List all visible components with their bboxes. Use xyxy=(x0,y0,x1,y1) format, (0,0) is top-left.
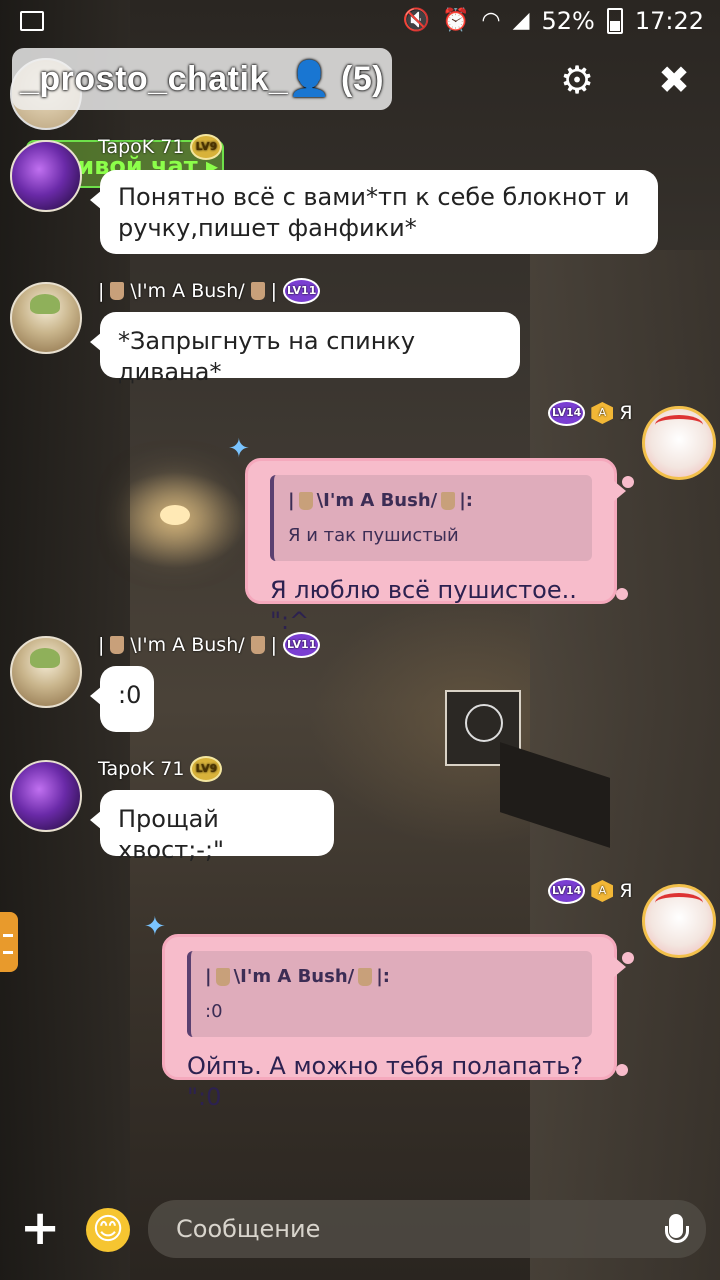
message-bubble[interactable]: | \I'm A Bush/ |: Я и так пушистый Я люб… xyxy=(245,458,626,635)
quote-text: :0 xyxy=(205,1001,223,1022)
coffee-cup-icon xyxy=(215,967,230,986)
coffee-cup-icon xyxy=(110,636,125,654)
chat-title: _prosto_chatik_👤 (5) xyxy=(20,60,385,98)
bubble-decoration xyxy=(616,588,628,600)
quote-author: | \I'm A Bush/ |: xyxy=(205,966,390,987)
quote-author: | \I'm A Bush/ |: xyxy=(288,490,473,511)
author-name: Я xyxy=(619,880,633,902)
message-bubble[interactable]: | \I'm A Bush/ |: :0 Ойпъ. А можно тебя … xyxy=(162,934,626,1111)
close-icon[interactable]: ✖ xyxy=(652,58,696,102)
coffee-cup-icon xyxy=(298,491,313,510)
level-badge: LV9 xyxy=(190,134,223,160)
curator-badge-icon: A xyxy=(591,402,614,424)
avatar[interactable] xyxy=(10,636,82,708)
avatar[interactable] xyxy=(10,140,82,212)
author-name: TapoK 71 xyxy=(98,758,185,780)
wifi-icon: ◠ xyxy=(481,8,501,33)
message-bubble[interactable]: *Запрыгнуть на спинку дивана* xyxy=(90,312,520,386)
message-bubble[interactable]: :0 xyxy=(90,666,154,732)
level-badge: LV14 xyxy=(548,400,586,426)
mute-icon: 🔇 xyxy=(402,8,430,33)
coffee-cup-icon xyxy=(358,967,373,986)
chat-header: _prosto_chatik_👤 (5) ⚙ ✖ xyxy=(0,40,720,130)
message-bubble[interactable]: Понятно всё с вами*тп к себе блокнот и р… xyxy=(90,170,658,254)
microphone-icon[interactable] xyxy=(664,1214,689,1250)
message-input[interactable] xyxy=(148,1200,706,1258)
message-author: TapoK 71 LV9 xyxy=(98,134,223,160)
emoji-icon[interactable]: 😊 xyxy=(86,1208,130,1252)
battery-percent: 52% xyxy=(541,7,595,35)
quoted-message[interactable]: | \I'm A Bush/ |: Я и так пушистый xyxy=(270,475,592,561)
quoted-message[interactable]: | \I'm A Bush/ |: :0 xyxy=(187,951,592,1037)
avatar[interactable] xyxy=(642,884,716,958)
alarm-icon: ⏰ xyxy=(441,8,470,33)
author-name: \I'm A Bush/ xyxy=(130,280,245,302)
coffee-cup-icon xyxy=(250,282,265,300)
clock: 17:22 xyxy=(634,7,704,35)
message-composer: + 😊 xyxy=(0,1196,720,1280)
message-text: Прощай хвост;-;" xyxy=(118,805,225,864)
message-author: LV14 A Я xyxy=(548,878,633,904)
level-badge: LV14 xyxy=(548,878,586,904)
message-text: Я люблю всё пушистое.. ":^ xyxy=(270,576,577,635)
quote-text: Я и так пушистый xyxy=(288,525,459,546)
level-badge: LV11 xyxy=(283,278,321,304)
avatar[interactable] xyxy=(10,282,82,354)
author-name: TapoK 71 xyxy=(98,136,185,158)
gallery-notification-icon xyxy=(20,11,44,31)
message-author: LV14 A Я xyxy=(548,400,633,426)
chat-title-container[interactable]: _prosto_chatik_👤 (5) xyxy=(12,48,393,110)
message-bubble[interactable]: Прощай хвост;-;" xyxy=(90,790,334,864)
level-badge: LV9 xyxy=(190,756,223,782)
side-drawer-handle[interactable] xyxy=(0,912,18,972)
author-name: \I'm A Bush/ xyxy=(130,634,245,656)
level-badge: LV11 xyxy=(283,632,321,658)
gear-icon[interactable]: ⚙ xyxy=(555,58,599,102)
curator-badge-icon: A xyxy=(591,880,614,902)
coffee-cup-icon xyxy=(250,636,265,654)
avatar[interactable] xyxy=(642,406,716,480)
coffee-cup-icon xyxy=(441,491,456,510)
message-author: | \I'm A Bush/ | LV11 xyxy=(98,278,321,304)
message-author: | \I'm A Bush/ | LV11 xyxy=(98,632,321,658)
bubble-decoration xyxy=(622,952,634,964)
author-name: Я xyxy=(619,402,633,424)
message-text: :0 xyxy=(118,681,142,709)
coffee-cup-icon xyxy=(110,282,125,300)
message-text: Ойпъ. А можно тебя полапать? ":0 xyxy=(187,1052,584,1111)
message-text: *Запрыгнуть на спинку дивана* xyxy=(118,327,416,386)
battery-icon xyxy=(606,8,623,34)
bubble-decoration xyxy=(622,476,634,488)
plus-icon[interactable]: + xyxy=(20,1204,60,1252)
avatar[interactable] xyxy=(10,760,82,832)
signal-icon: ◢ xyxy=(512,8,530,33)
message-text: Понятно всё с вами*тп к себе блокнот и р… xyxy=(118,183,630,242)
message-author: TapoK 71 LV9 xyxy=(98,756,223,782)
bubble-decoration xyxy=(616,1064,628,1076)
